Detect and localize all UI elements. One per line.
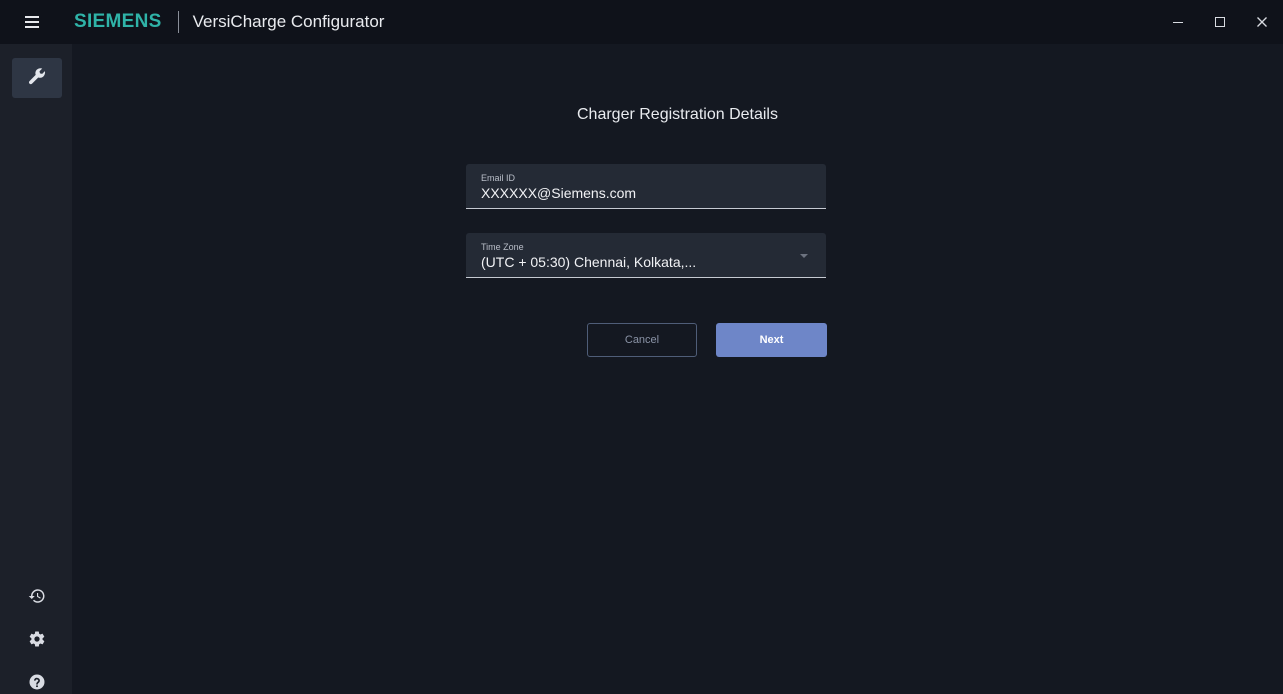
next-button[interactable]: Next [716, 323, 827, 357]
timezone-select-value[interactable]: (UTC + 05:30) Chennai, Kolkata,... [481, 254, 696, 270]
siemens-logo: SIEMENS [74, 11, 162, 32]
minimize-icon[interactable] [1157, 0, 1199, 44]
timezone-select-label: Time Zone [481, 242, 524, 252]
sidebar [0, 44, 72, 694]
chevron-down-icon[interactable] [800, 254, 808, 258]
history-icon [28, 587, 46, 610]
email-field[interactable]: Email ID XXXXXX@Siemens.com [466, 164, 826, 209]
hamburger-menu-icon[interactable] [0, 0, 64, 44]
wrench-icon [27, 66, 47, 91]
email-field-value[interactable]: XXXXXX@Siemens.com [481, 185, 636, 201]
window-controls [1157, 0, 1283, 44]
title-bar: SIEMENS VersiCharge Configurator [0, 0, 1283, 44]
timezone-select[interactable]: Time Zone (UTC + 05:30) Chennai, Kolkata… [466, 233, 826, 278]
gear-icon [28, 630, 46, 653]
sidebar-item-help[interactable] [12, 664, 62, 694]
cancel-button[interactable]: Cancel [587, 323, 697, 357]
main-content: Charger Registration Details Email ID XX… [72, 44, 1283, 694]
title-separator [177, 11, 179, 33]
sidebar-item-settings[interactable] [12, 621, 62, 661]
sidebar-item-tools[interactable] [12, 58, 62, 98]
sidebar-item-history[interactable] [12, 578, 62, 618]
app-title: VersiCharge Configurator [192, 12, 385, 31]
page-title: Charger Registration Details [577, 106, 778, 123]
maximize-icon[interactable] [1199, 0, 1241, 44]
close-icon[interactable] [1241, 0, 1283, 44]
app-window: SIEMENS VersiCharge Configurator Charger… [0, 0, 1283, 694]
help-icon [28, 673, 46, 694]
email-field-label: Email ID [481, 173, 516, 183]
